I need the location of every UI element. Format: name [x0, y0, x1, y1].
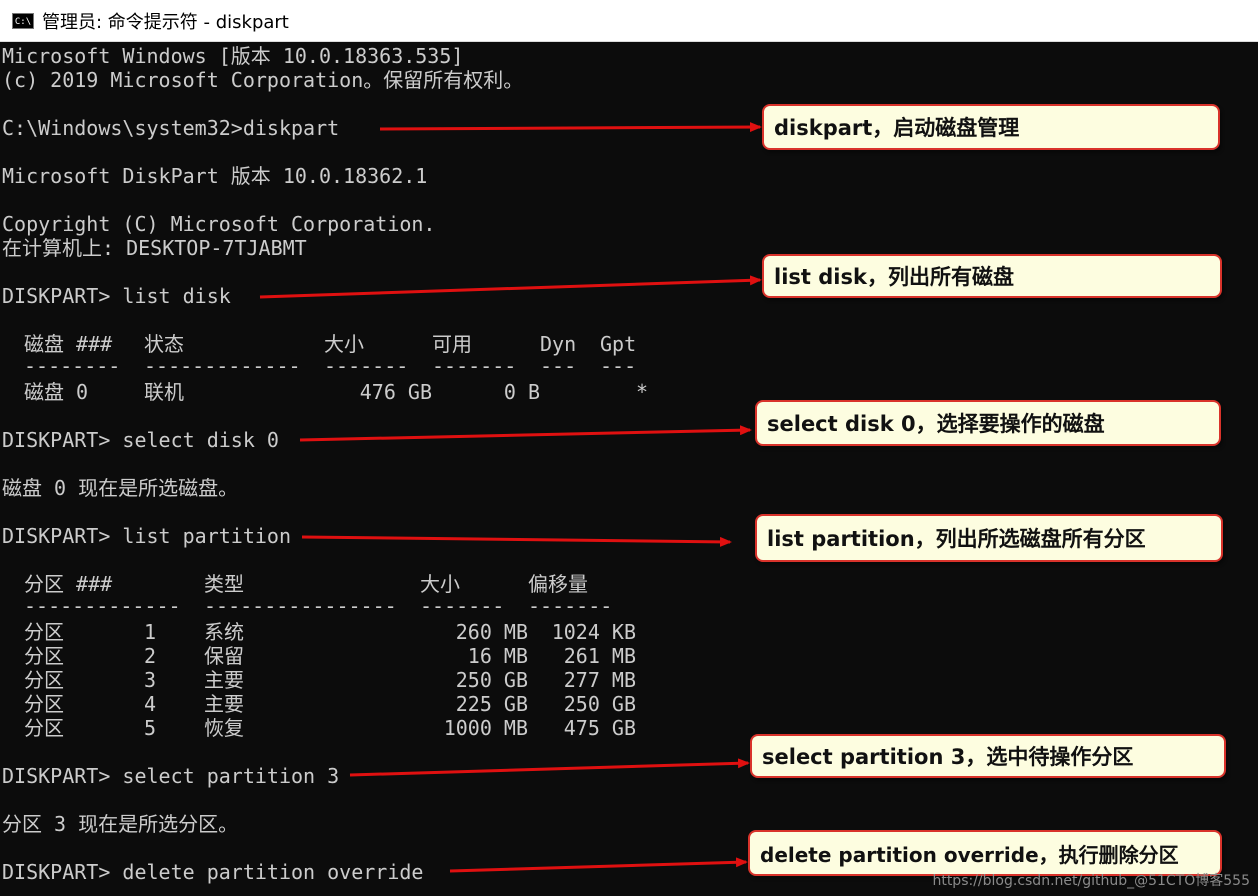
- partition-table-cell: 恢复: [204, 716, 244, 740]
- partition-table-cell: 分区: [24, 644, 64, 668]
- console-line-cmd-list-disk: DISKPART> list disk: [2, 284, 231, 308]
- console-line-prompt-diskpart: C:\Windows\system32>diskpart: [2, 116, 340, 140]
- watermark: https://blog.csdn.net/github_@51CTO博客555: [932, 873, 1250, 889]
- partition-table-cell: 分区: [24, 620, 64, 644]
- disk-table-cell: 联机: [144, 380, 184, 404]
- partition-table-cell: 系统: [204, 620, 244, 644]
- window-title: 管理员: 命令提示符 - diskpart: [42, 11, 289, 33]
- disk-table-separator: ---: [600, 354, 637, 378]
- partition-table-header: 类型: [204, 572, 244, 596]
- console-line-cmd-list-partition: DISKPART> list partition: [2, 524, 291, 548]
- partition-table-cell: 3: [144, 668, 157, 692]
- partition-table-cell: 分区: [24, 668, 64, 692]
- partition-table-separator: -------: [528, 594, 613, 618]
- console-line-computer: 在计算机上: DESKTOP-7TJABMT: [2, 236, 307, 260]
- disk-table-cell: 476 GB: [359, 380, 432, 404]
- partition-table-cell: 1024 KB: [551, 620, 636, 644]
- callout-select-disk: select disk 0，选择要操作的磁盘: [755, 400, 1221, 446]
- console-line-cmd-select-disk: DISKPART> select disk 0: [2, 428, 279, 452]
- partition-table-header: 分区 ###: [24, 572, 113, 596]
- console-line-cmd-select-partition: DISKPART> select partition 3: [2, 764, 340, 788]
- disk-table-separator: -------------: [144, 354, 301, 378]
- partition-table-cell: 2: [144, 644, 157, 668]
- callout-list-partition: list partition，列出所选磁盘所有分区: [755, 514, 1223, 562]
- window-titlebar: C:\ 管理员: 命令提示符 - diskpart: [0, 0, 1258, 42]
- disk-table-cell: 0 B: [503, 380, 540, 404]
- partition-table-cell: 16 MB: [467, 644, 528, 668]
- partition-table-cell: 1: [144, 620, 157, 644]
- console-line-partition-selected: 分区 3 现在是所选分区。: [2, 812, 239, 836]
- partition-table-cell: 分区: [24, 716, 64, 740]
- console-line-cmd-delete-partition: DISKPART> delete partition override: [2, 860, 424, 884]
- partition-table-separator: ----------------: [204, 594, 397, 618]
- partition-table-cell: 主要: [204, 668, 244, 692]
- console-line-copyright-ms: (c) 2019 Microsoft Corporation。保留所有权利。: [2, 68, 524, 92]
- partition-table-cell: 4: [144, 692, 157, 716]
- partition-table-cell: 260 MB: [455, 620, 528, 644]
- callout-select-partition: select partition 3，选中待操作分区: [750, 734, 1226, 778]
- disk-table-header: 磁盘 ###: [24, 332, 113, 356]
- partition-table-cell: 保留: [204, 644, 244, 668]
- disk-table-separator: -------: [432, 354, 517, 378]
- partition-table-cell: 250 GB: [563, 692, 636, 716]
- disk-table-separator: -------: [324, 354, 409, 378]
- console-line-diskpart-version: Microsoft DiskPart 版本 10.0.18362.1: [2, 164, 428, 188]
- partition-table-cell: 277 MB: [563, 668, 636, 692]
- partition-table-cell: 261 MB: [563, 644, 636, 668]
- disk-table-header: 大小: [324, 332, 364, 356]
- callout-diskpart: diskpart，启动磁盘管理: [762, 104, 1220, 150]
- disk-table-header: 状态: [144, 332, 184, 356]
- disk-table-cell: 磁盘 0: [24, 380, 89, 404]
- console-line-version: Microsoft Windows [版本 10.0.18363.535]: [2, 44, 464, 68]
- partition-table-cell: 5: [144, 716, 157, 740]
- disk-table-header: Dyn: [540, 332, 577, 356]
- disk-table-separator: ---: [540, 354, 577, 378]
- partition-table-cell: 分区: [24, 692, 64, 716]
- partition-table-header: 偏移量: [528, 572, 588, 596]
- disk-table-header: Gpt: [600, 332, 637, 356]
- callout-list-disk: list disk，列出所有磁盘: [762, 254, 1222, 298]
- partition-table-cell: 475 GB: [563, 716, 636, 740]
- partition-table-separator: -------------: [24, 594, 181, 618]
- partition-table-header: 大小: [420, 572, 460, 596]
- cmd-app-icon: C:\: [12, 12, 34, 29]
- partition-table-cell: 1000 MB: [443, 716, 528, 740]
- console-line-disk-selected: 磁盘 0 现在是所选磁盘。: [2, 476, 239, 500]
- console-line-copyright: Copyright (C) Microsoft Corporation.: [2, 212, 436, 236]
- partition-table-cell: 主要: [204, 692, 244, 716]
- disk-table-separator: --------: [24, 354, 121, 378]
- partition-table-cell: 225 GB: [455, 692, 528, 716]
- disk-table-cell: *: [635, 380, 648, 404]
- partition-table-separator: -------: [420, 594, 505, 618]
- disk-table-header: 可用: [432, 332, 472, 356]
- partition-table-cell: 250 GB: [455, 668, 528, 692]
